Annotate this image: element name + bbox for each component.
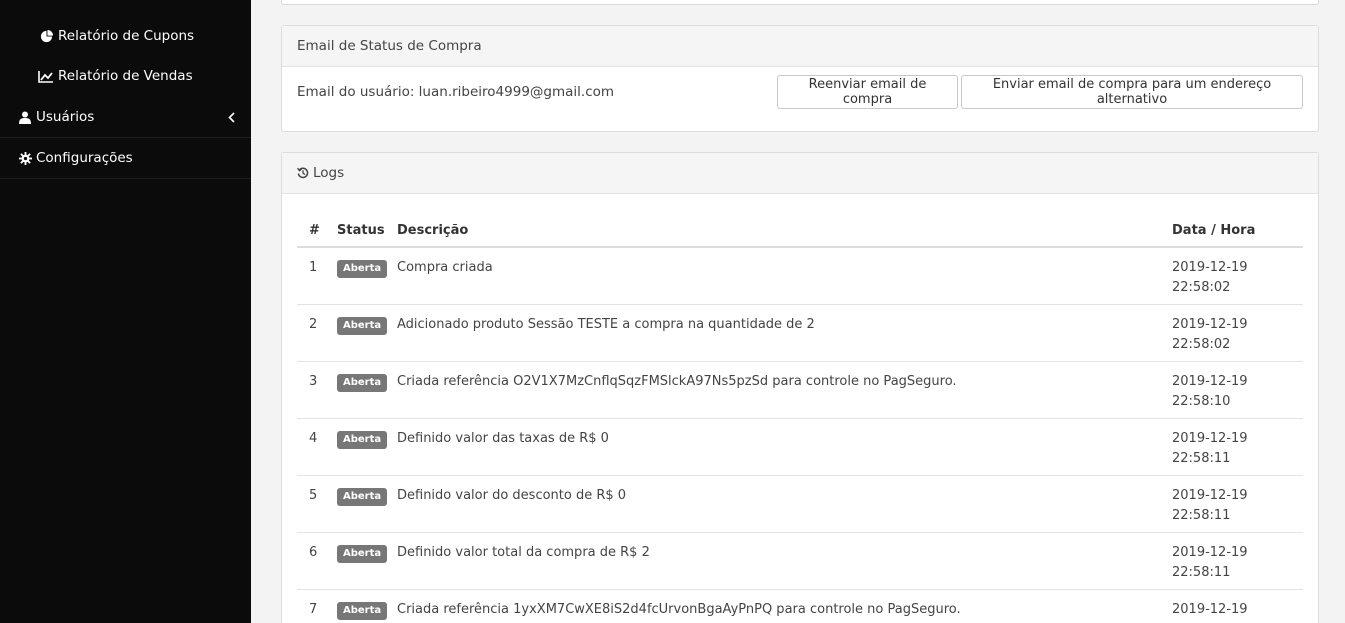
sidebar-item-coupon-report[interactable]: Relatório de Cupons [38, 16, 194, 56]
chevron-left-icon[interactable] [226, 110, 236, 124]
description-cell: Definido valor das taxas de R$ 0 [397, 418, 1172, 476]
sidebar-item-users[interactable]: Usuários [0, 97, 251, 138]
time-text: 22:58:02 [1172, 336, 1231, 352]
description-cell: Adicionado produto Sessão TESTE a compra… [397, 304, 1172, 362]
datetime-cell: 2019-12-19 22:58:10 [1172, 361, 1303, 419]
status-badge: Aberta [337, 430, 388, 449]
sidebar-item-label: Usuários [36, 109, 95, 125]
row-number: 4 [297, 418, 337, 476]
description-cell: Criada referência O2V1X7MzCnflqSqzFMSlck… [397, 361, 1172, 419]
table-row: 2 Aberta Adicionado produto Sessão TESTE a… [297, 304, 1303, 362]
column-header: # [297, 215, 337, 248]
datetime-cell: 2019-12-19 22:58:02 [1172, 304, 1303, 362]
table-row: 6 Aberta Definido valor total da compra de… [297, 532, 1303, 590]
date-text: 2019-12-19 [1172, 487, 1248, 503]
pie-chart-icon [38, 29, 54, 43]
status-cell: Aberta [337, 304, 397, 362]
table-row: 3 Aberta Criada referência O2V1X7MzCnflqSq… [297, 361, 1303, 419]
time-text: 22:58:11 [1172, 450, 1231, 466]
logs-panel: Logs # Status Descrição Data / Hora 1 Abe… [281, 152, 1319, 623]
column-header: Status [337, 215, 397, 248]
sidebar-item-sales-report[interactable]: Relatório de Vendas [38, 56, 193, 96]
status-badge: Aberta [337, 544, 388, 563]
date-text: 2019-12-19 [1172, 373, 1248, 389]
row-number: 3 [297, 361, 337, 419]
status-badge: Aberta [337, 316, 388, 335]
table-row: 7 Aberta Criada referência 1yxXM7CwXE8iS2d… [297, 589, 1303, 623]
logs-table: # Status Descrição Data / Hora 1 Aberta Co… [297, 215, 1303, 623]
datetime-cell: 2019-12-19 22:58:11 [1172, 532, 1303, 590]
logs-title: Logs [313, 165, 345, 181]
row-number: 2 [297, 304, 337, 362]
send-alternative-email-button[interactable]: Enviar email de compra para um endereço … [961, 75, 1303, 109]
sidebar-item-settings[interactable]: Configurações [0, 138, 251, 179]
user-icon [18, 110, 32, 124]
resend-email-button[interactable]: Reenviar email de compra [777, 75, 958, 109]
datetime-cell: 2019-12-19 22:58:02 [1172, 247, 1303, 305]
table-row: 4 Aberta Definido valor das taxas de R$ 02… [297, 418, 1303, 476]
row-number: 6 [297, 532, 337, 590]
table-row: 5 Aberta Definido valor do desconto de R$ … [297, 475, 1303, 533]
description-cell: Criada referência 1yxXM7CwXE8iS2d4fcUrvo… [397, 589, 1172, 623]
time-text: 22:58:11 [1172, 564, 1231, 580]
date-text: 2019-12-19 [1172, 544, 1248, 560]
email-status-panel: Email de Status de Compra Email do usuár… [281, 25, 1319, 132]
user-email-text: Email do usuário: luan.ribeiro4999@gmail… [297, 84, 615, 100]
status-badge: Aberta [337, 601, 388, 620]
history-icon [297, 166, 311, 180]
status-cell: Aberta [337, 589, 397, 623]
table-header-row: # Status Descrição Data / Hora [297, 215, 1303, 248]
status-badge: Aberta [337, 373, 388, 392]
sidebar-item-label: Relatório de Cupons [58, 28, 195, 44]
time-text: 22:58:11 [1172, 507, 1231, 523]
date-text: 2019-12-19 [1172, 601, 1248, 617]
date-text: 2019-12-19 [1172, 316, 1248, 332]
status-badge: Aberta [337, 260, 388, 278]
time-text: 22:58:02 [1172, 280, 1231, 295]
date-text: 2019-12-19 [1172, 430, 1248, 446]
panel-title: Logs [282, 153, 1318, 194]
sidebar-item-label: Relatório de Vendas [58, 68, 193, 84]
row-number: 5 [297, 475, 337, 533]
column-header: Data / Hora [1172, 215, 1303, 248]
description-cell: Definido valor do desconto de R$ 0 [397, 475, 1172, 533]
column-header: Descrição [397, 215, 1172, 248]
description-cell: Definido valor total da compra de R$ 2 [397, 532, 1172, 590]
datetime-cell: 2019-12-19 [1172, 589, 1303, 623]
sidebar: Relatório de Cupons Relatório de Vendas … [0, 0, 251, 623]
status-cell: Aberta [337, 475, 397, 533]
previous-panel-edge [281, 0, 1319, 5]
panel-title: Email de Status de Compra [282, 26, 1318, 67]
datetime-cell: 2019-12-19 22:58:11 [1172, 418, 1303, 476]
description-cell: Compra criada [397, 247, 1172, 305]
status-cell: Aberta [337, 247, 397, 305]
status-cell: Aberta [337, 532, 397, 590]
gear-icon [18, 151, 32, 165]
status-badge: Aberta [337, 487, 388, 506]
table-row: 1 Aberta Compra criada 2019-12-19 22:58:02 [297, 247, 1303, 305]
status-cell: Aberta [337, 361, 397, 419]
status-cell: Aberta [337, 418, 397, 476]
row-number: 7 [297, 589, 337, 623]
sidebar-item-clipped[interactable] [38, 0, 188, 4]
datetime-cell: 2019-12-19 22:58:11 [1172, 475, 1303, 533]
line-chart-icon [38, 69, 54, 83]
date-text: 2019-12-19 [1172, 260, 1248, 275]
main-content: Email de Status de Compra Email do usuár… [251, 0, 1345, 623]
time-text: 22:58:10 [1172, 393, 1231, 409]
row-number: 1 [297, 247, 337, 305]
sidebar-item-label: Configurações [36, 150, 133, 166]
